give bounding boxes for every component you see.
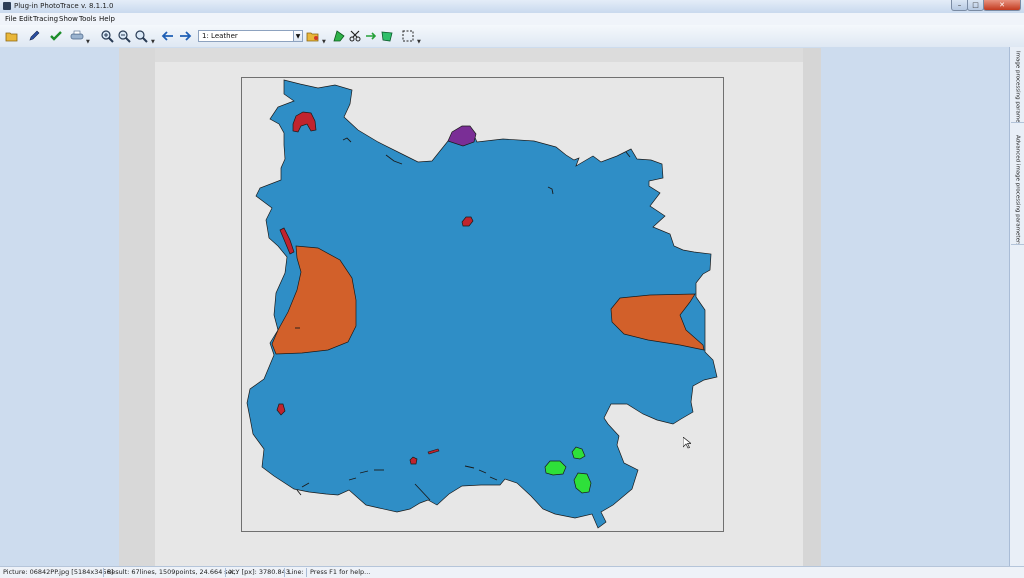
status-divider [306, 568, 307, 577]
status-bar: Picture: 06842PP.jpg [5184x3456] Result:… [0, 566, 1024, 578]
status-help: Press F1 for help... [310, 568, 371, 576]
status-picture: Picture: 06842PP.jpg [5184x3456] [3, 568, 114, 576]
status-divider [103, 568, 104, 577]
tab-image-processing[interactable]: Image processing parameters [1011, 49, 1024, 123]
side-panel: Image processing parameters Advanced ima… [1009, 47, 1024, 566]
status-coords: X,Y [px]: 3780.843 [229, 568, 290, 576]
status-line: Line: [288, 568, 304, 576]
trace-frame [241, 77, 724, 532]
status-result: Result: 67lines, 1509points, 24.664 sec. [107, 568, 238, 576]
mouse-pointer-icon [682, 436, 692, 451]
status-divider [284, 568, 285, 577]
tab-advanced-image-processing[interactable]: Advanced image processing parameters [1011, 133, 1024, 245]
status-divider [225, 568, 226, 577]
